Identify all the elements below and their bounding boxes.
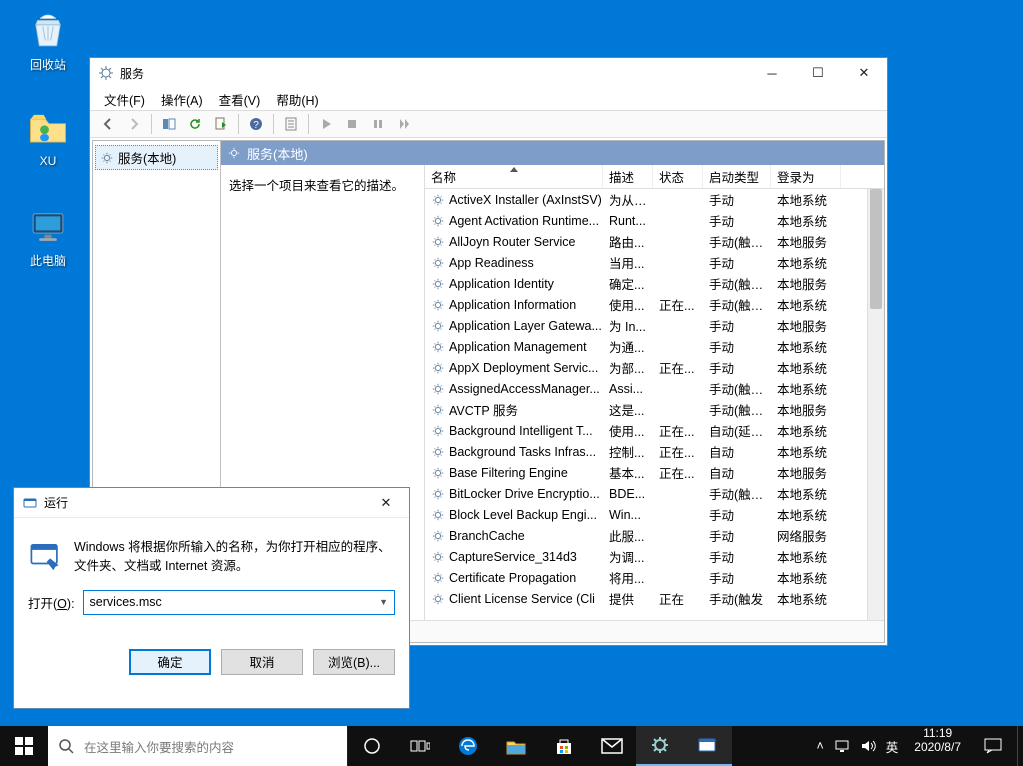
toolbar: ? xyxy=(90,110,887,138)
ime-indicator[interactable]: 英 xyxy=(886,737,899,756)
col-startup[interactable]: 启动类型 xyxy=(703,165,771,188)
col-desc[interactable]: 描述 xyxy=(603,165,653,188)
taskbar-explorer[interactable] xyxy=(492,726,540,766)
properties-button[interactable] xyxy=(279,112,303,136)
cancel-button[interactable]: 取消 xyxy=(221,649,303,675)
help-button[interactable]: ? xyxy=(244,112,268,136)
system-tray[interactable]: ˄ 英 xyxy=(808,726,906,766)
close-button[interactable]: ✕ xyxy=(363,488,409,518)
menu-help[interactable]: 帮助(H) xyxy=(268,88,326,111)
volume-icon[interactable] xyxy=(860,739,876,753)
action-center-button[interactable] xyxy=(969,726,1017,766)
run-icon xyxy=(22,495,38,511)
col-status[interactable]: 状态 xyxy=(653,165,703,188)
run-message: Windows 将根据你所输入的名称，为你打开相应的程序、文件夹、文档或 Int… xyxy=(74,538,395,576)
run-dialog: 运行 ✕ Windows 将根据你所输入的名称，为你打开相应的程序、文件夹、文档… xyxy=(13,487,410,709)
gear-icon xyxy=(100,151,114,165)
taskbar-store[interactable] xyxy=(540,726,588,766)
taskbar: 在这里输入你要搜索的内容 ˄ 英 11:19 2020/8/7 xyxy=(0,726,1023,766)
taskbar-clock[interactable]: 11:19 2020/8/7 xyxy=(906,726,969,766)
service-row[interactable]: Application Management为通...手动本地系统 xyxy=(425,336,884,357)
maximize-button[interactable]: ☐ xyxy=(795,58,841,88)
service-row[interactable]: App Readiness当用...手动本地系统 xyxy=(425,252,884,273)
service-row[interactable]: Client License Service (Cli提供正在手动(触发本地系统 xyxy=(425,588,884,609)
close-button[interactable]: ✕ xyxy=(841,58,887,88)
pause-service-button[interactable] xyxy=(366,112,390,136)
gear-icon xyxy=(98,65,114,81)
desktop-icon-pc[interactable]: 此电脑 xyxy=(12,204,84,269)
window-title: 服务 xyxy=(120,65,749,82)
desktop-icon-recycle[interactable]: 回收站 xyxy=(12,8,84,73)
window-title: 运行 xyxy=(44,494,363,511)
gear-icon xyxy=(227,146,241,160)
dropdown-icon[interactable]: ▼ xyxy=(379,597,388,607)
search-icon xyxy=(58,738,74,754)
service-row[interactable]: ActiveX Installer (AxInstSV)为从 ...手动本地系统 xyxy=(425,189,884,210)
taskbar-mail[interactable] xyxy=(588,726,636,766)
start-service-button[interactable] xyxy=(314,112,338,136)
titlebar[interactable]: 运行 ✕ xyxy=(14,488,409,518)
service-row[interactable]: Block Level Backup Engi...Win...手动本地系统 xyxy=(425,504,884,525)
pane-header: 服务(本地) xyxy=(221,141,884,165)
open-label: 打开(O): xyxy=(28,593,75,612)
service-row[interactable]: AVCTP 服务这是...手动(触发...本地服务 xyxy=(425,399,884,420)
service-row[interactable]: Base Filtering Engine基本...正在...自动本地服务 xyxy=(425,462,884,483)
show-desktop-button[interactable] xyxy=(1017,726,1023,766)
titlebar[interactable]: 服务 ─ ☐ ✕ xyxy=(90,58,887,88)
browse-button[interactable]: 浏览(B)... xyxy=(313,649,395,675)
desktop-icon-label: 此电脑 xyxy=(12,252,84,269)
taskbar-run[interactable] xyxy=(684,726,732,766)
service-row[interactable]: AppX Deployment Servic...为部...正在...手动本地系… xyxy=(425,357,884,378)
restart-service-button[interactable] xyxy=(392,112,416,136)
service-row[interactable]: Background Intelligent T...使用...正在...自动(… xyxy=(425,420,884,441)
back-button[interactable] xyxy=(96,112,120,136)
service-row[interactable]: Application Layer Gatewa...为 In...手动本地服务 xyxy=(425,315,884,336)
service-row[interactable]: BitLocker Drive Encryptio...BDE...手动(触发.… xyxy=(425,483,884,504)
show-hide-tree-button[interactable] xyxy=(157,112,181,136)
run-app-icon xyxy=(28,538,62,572)
desktop-icon-label: XU xyxy=(12,154,84,168)
menubar: 文件(F) 操作(A) 查看(V) 帮助(H) xyxy=(90,88,887,110)
refresh-button[interactable] xyxy=(183,112,207,136)
service-row[interactable]: AllJoyn Router Service路由...手动(触发...本地服务 xyxy=(425,231,884,252)
stop-service-button[interactable] xyxy=(340,112,364,136)
taskbar-edge[interactable] xyxy=(444,726,492,766)
col-logon[interactable]: 登录为 xyxy=(771,165,841,188)
col-name[interactable]: 名称 xyxy=(425,165,603,188)
service-row[interactable]: CaptureService_314d3为调...手动本地系统 xyxy=(425,546,884,567)
forward-button[interactable] xyxy=(122,112,146,136)
windows-icon xyxy=(15,737,33,755)
folder-icon xyxy=(26,106,70,150)
minimize-button[interactable]: ─ xyxy=(749,58,795,88)
tray-chevron-icon[interactable]: ˄ xyxy=(816,739,823,753)
service-row[interactable]: Certificate Propagation将用...手动本地系统 xyxy=(425,567,884,588)
task-view-button[interactable] xyxy=(396,726,444,766)
network-icon[interactable] xyxy=(834,739,850,753)
service-row[interactable]: BranchCache此服...手动网络服务 xyxy=(425,525,884,546)
svg-text:?: ? xyxy=(253,120,259,131)
export-button[interactable] xyxy=(209,112,233,136)
desktop-icon-label: 回收站 xyxy=(12,56,84,73)
service-row[interactable]: Agent Activation Runtime...Runt...手动本地系统 xyxy=(425,210,884,231)
scrollbar-thumb[interactable] xyxy=(870,189,882,309)
desktop-icon-folder[interactable]: XU xyxy=(12,106,84,168)
service-row[interactable]: Application Information使用...正在...手动(触发..… xyxy=(425,294,884,315)
ok-button[interactable]: 确定 xyxy=(129,649,211,675)
service-row[interactable]: Application Identity确定...手动(触发...本地服务 xyxy=(425,273,884,294)
start-button[interactable] xyxy=(0,726,48,766)
menu-file[interactable]: 文件(F) xyxy=(96,88,153,111)
tree-root-item[interactable]: 服务(本地) xyxy=(95,145,218,170)
taskbar-search[interactable]: 在这里输入你要搜索的内容 xyxy=(48,726,348,766)
pc-icon xyxy=(26,204,70,248)
column-headers: 名称 描述 状态 启动类型 登录为 xyxy=(425,165,884,189)
menu-action[interactable]: 操作(A) xyxy=(153,88,211,111)
service-row[interactable]: Background Tasks Infras...控制...正在...自动本地… xyxy=(425,441,884,462)
menu-view[interactable]: 查看(V) xyxy=(211,88,269,111)
cortana-button[interactable] xyxy=(348,726,396,766)
recycle-bin-icon xyxy=(26,8,70,52)
service-row[interactable]: AssignedAccessManager...Assi...手动(触发...本… xyxy=(425,378,884,399)
open-input[interactable]: services.msc ▼ xyxy=(83,590,395,615)
vertical-scrollbar[interactable] xyxy=(867,189,884,620)
taskbar-services[interactable] xyxy=(636,726,684,766)
